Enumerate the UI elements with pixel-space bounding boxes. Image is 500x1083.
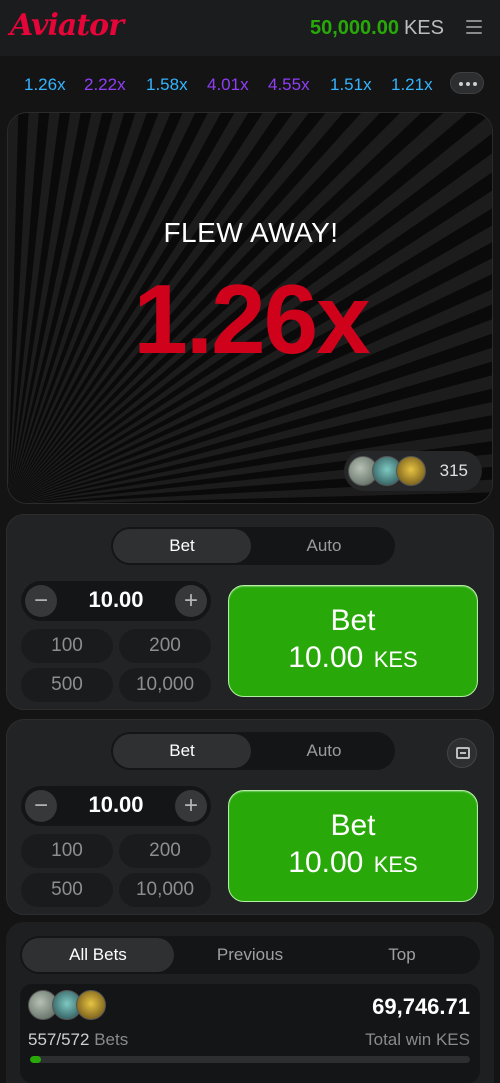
stake-value[interactable]: 10.00 <box>61 792 171 818</box>
bet-button-amount: 10.00 KES <box>288 846 418 879</box>
quick-amount-button[interactable]: 10,000 <box>119 873 211 907</box>
decrease-stake-button[interactable]: − <box>25 585 57 617</box>
avatar <box>76 990 106 1020</box>
tab-top[interactable]: Top <box>326 938 478 972</box>
top-bar: Aviator 50,000.00 KES <box>0 0 500 56</box>
history-item[interactable]: 1.21x <box>391 75 433 95</box>
place-bet-button[interactable]: Bet 10.00 KES <box>228 790 478 902</box>
quick-amount-button[interactable]: 200 <box>119 629 211 663</box>
balance-currency: KES <box>403 17 444 39</box>
history-item[interactable]: 2.22x <box>84 75 126 95</box>
remove-panel-icon[interactable] <box>447 738 477 768</box>
bets-section: All Bets Previous Top 557/572 Bets 69,74… <box>6 922 494 1083</box>
history-item[interactable]: 4.55x <box>268 75 310 95</box>
stake-stepper: − 10.00 + <box>21 581 211 621</box>
avatar <box>396 456 426 486</box>
history-item[interactable]: 1.58x <box>146 75 188 95</box>
history-item[interactable]: 1.26x <box>24 75 66 95</box>
quick-amount-button[interactable]: 10,000 <box>119 668 211 702</box>
progress-fill <box>30 1056 42 1063</box>
quick-amount-button[interactable]: 500 <box>21 668 113 702</box>
bet-panel-2: Bet Auto − 10.00 + 100 200 500 10,000 Be… <box>6 719 494 915</box>
quick-amount-button[interactable]: 200 <box>119 834 211 868</box>
increase-stake-button[interactable]: + <box>175 790 207 822</box>
history-item[interactable]: 4.01x <box>207 75 249 95</box>
tab-previous[interactable]: Previous <box>174 938 326 972</box>
bets-tabs: All Bets Previous Top <box>20 936 480 974</box>
stake-value[interactable]: 10.00 <box>61 587 171 613</box>
bets-count: 557/572 Bets <box>28 1030 129 1049</box>
tab-bet[interactable]: Bet <box>113 529 251 563</box>
players-count: 315 <box>439 461 468 480</box>
balance-display: 50,000.00 KES <box>310 17 444 40</box>
bets-progress-bar <box>30 1056 470 1063</box>
game-canvas: FLEW AWAY! 1.26x 315 <box>7 112 493 504</box>
quick-amount-button[interactable]: 100 <box>21 834 113 868</box>
hamburger-menu-icon[interactable] <box>466 20 482 34</box>
bet-mode-toggle: Bet Auto <box>111 527 395 565</box>
aviator-logo: Aviator <box>10 8 124 43</box>
tab-auto[interactable]: Auto <box>255 529 393 563</box>
bets-summary: 557/572 Bets 69,746.71 Total win KES <box>20 984 480 1083</box>
more-history-button[interactable] <box>450 72 484 94</box>
players-badge[interactable]: 315 <box>344 451 482 491</box>
bet-mode-toggle: Bet Auto <box>111 732 395 770</box>
balance-amount: 50,000.00 <box>309 17 399 39</box>
quick-amount-button[interactable]: 100 <box>21 629 113 663</box>
decrease-stake-button[interactable]: − <box>25 790 57 822</box>
flew-away-label: FLEW AWAY! <box>163 217 339 248</box>
tab-auto[interactable]: Auto <box>255 734 393 768</box>
total-win-amount: 69,746.71 <box>372 994 470 1019</box>
multiplier-history: 1.26x 2.22x 1.58x 4.01x 4.55x 1.51x 1.21… <box>0 56 500 110</box>
bet-button-label: Bet <box>330 604 376 637</box>
stake-stepper: − 10.00 + <box>21 786 211 826</box>
crash-multiplier: 1.26x <box>133 264 370 374</box>
increase-stake-button[interactable]: + <box>175 585 207 617</box>
bet-panel-1: Bet Auto − 10.00 + 100 200 500 10,000 Be… <box>6 514 494 710</box>
total-win-label: Total win KES <box>365 1030 470 1049</box>
history-item[interactable]: 1.51x <box>330 75 372 95</box>
tab-all-bets[interactable]: All Bets <box>22 938 174 972</box>
place-bet-button[interactable]: Bet 10.00 KES <box>228 585 478 697</box>
bet-button-amount: 10.00 KES <box>288 641 418 674</box>
bet-button-label: Bet <box>330 809 376 842</box>
tab-bet[interactable]: Bet <box>113 734 251 768</box>
quick-amount-button[interactable]: 500 <box>21 873 113 907</box>
